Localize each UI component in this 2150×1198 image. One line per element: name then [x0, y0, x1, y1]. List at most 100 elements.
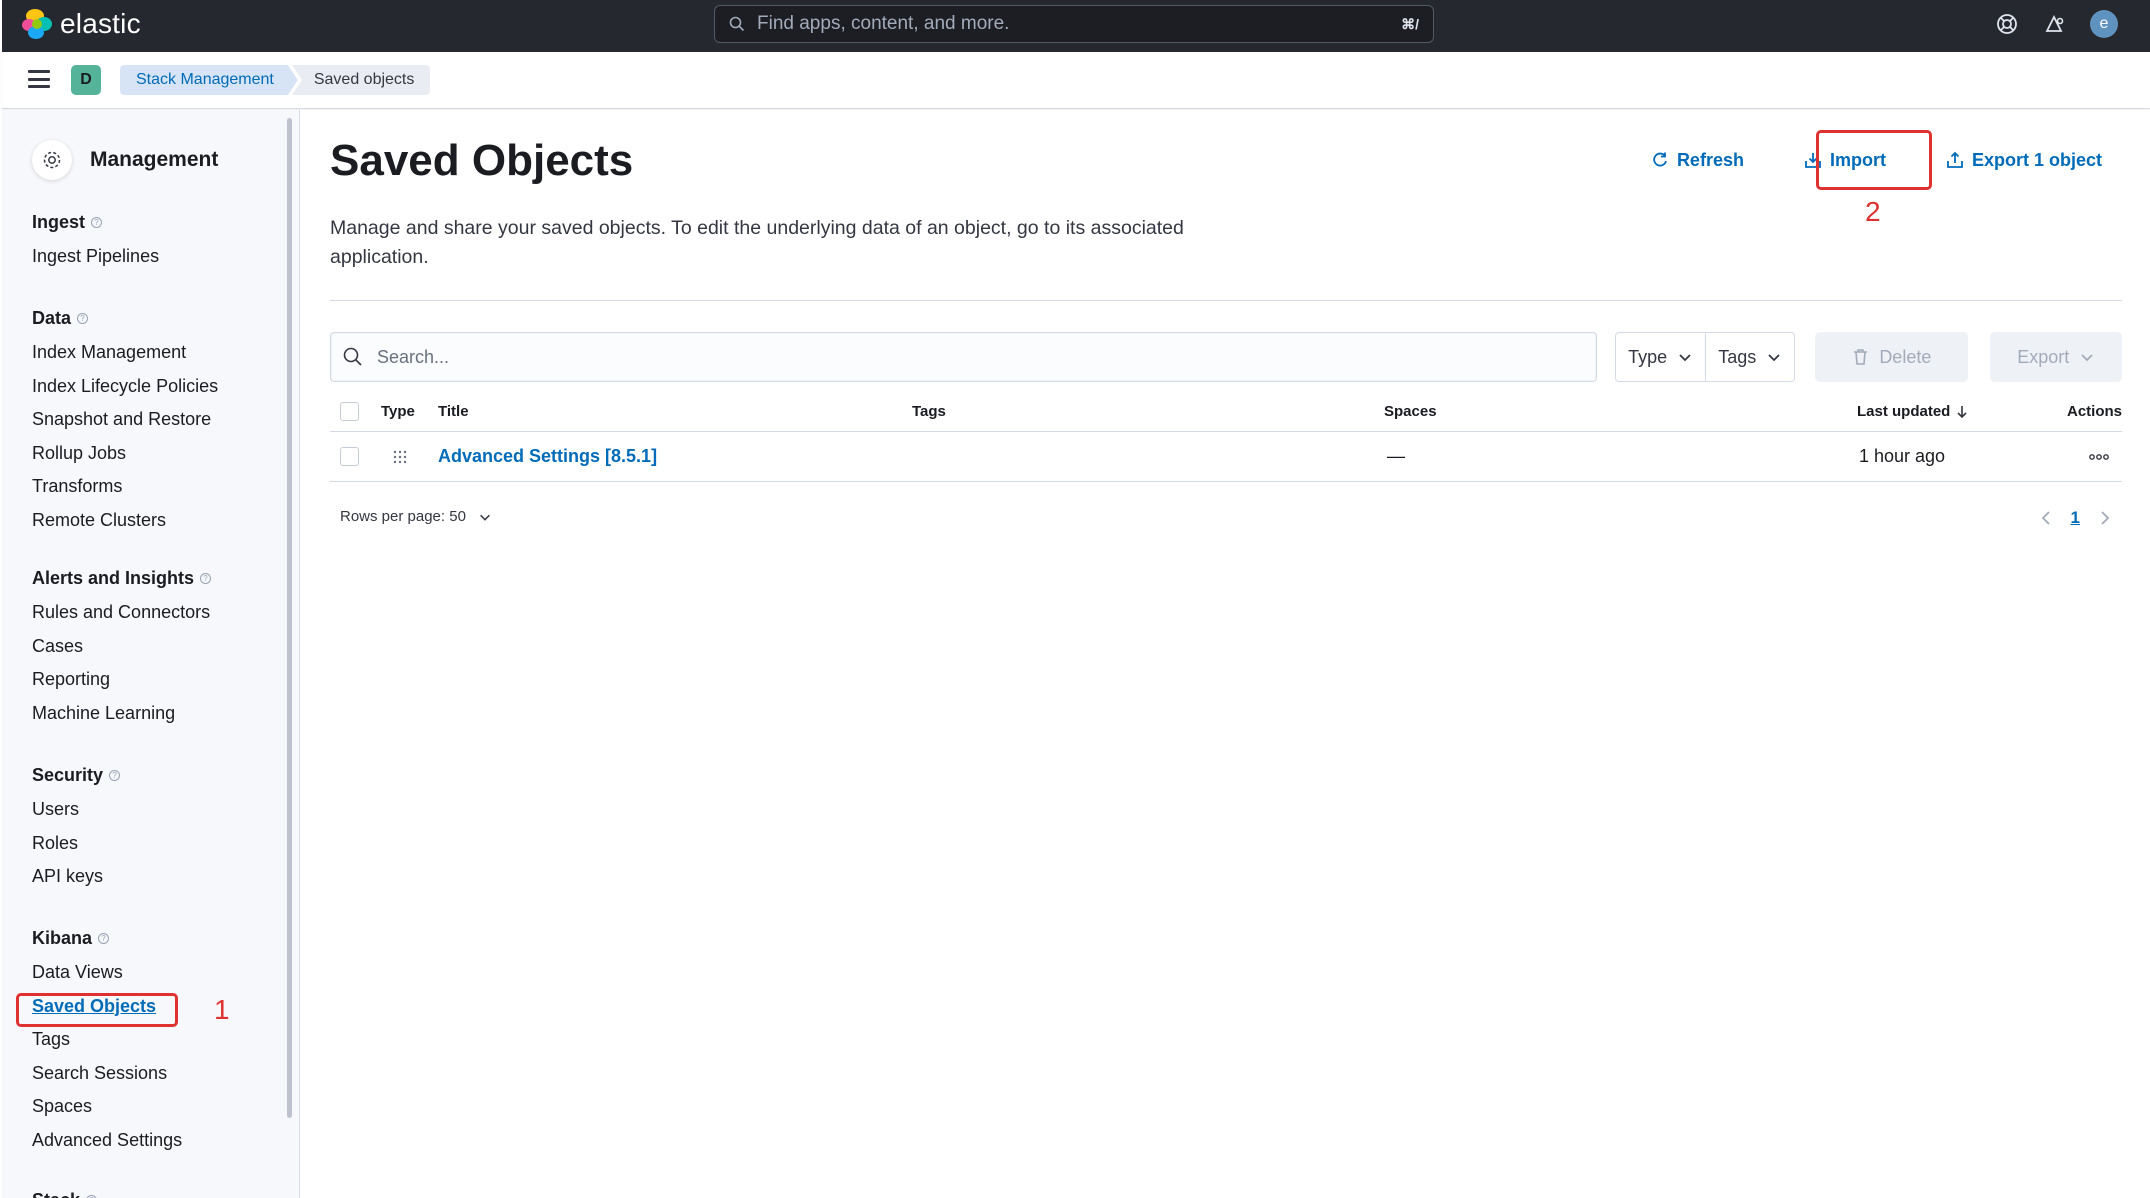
export-button[interactable]: Export — [1990, 332, 2122, 382]
row-spaces: — — [1387, 446, 1405, 466]
help-circle-icon: ? — [200, 572, 212, 584]
newsfeed-icon[interactable] — [2042, 11, 2068, 37]
breadcrumb-stack-management[interactable]: Stack Management — [120, 65, 298, 95]
help-circle-icon: ? — [86, 1194, 98, 1198]
column-header-type[interactable]: Type — [381, 392, 415, 431]
column-header-spaces: Spaces — [1384, 403, 1437, 420]
sidebar-item-rules-and-connectors[interactable]: Rules and Connectors — [32, 596, 211, 630]
sidebar-item-transforms[interactable]: Transforms — [32, 470, 218, 504]
chevron-down-icon — [479, 514, 490, 521]
filter-group: Type Tags — [1615, 332, 1796, 382]
user-avatar[interactable]: e — [2090, 10, 2118, 38]
last-updated-label: Last updated — [1857, 403, 1951, 420]
sidebar-item-reporting[interactable]: Reporting — [32, 663, 211, 697]
export-label: Export — [2017, 346, 2070, 367]
select-all-checkbox[interactable] — [340, 402, 359, 421]
sidebar-group-ingest: Ingest? Ingest Pipelines — [32, 210, 159, 274]
column-header-title[interactable]: Title — [438, 392, 469, 431]
sidebar-item-users[interactable]: Users — [32, 793, 120, 827]
export-all-button[interactable]: Export 1 object — [1932, 132, 2116, 188]
trash-icon — [1854, 349, 1868, 365]
sidebar-item-data-views[interactable]: Data Views — [32, 956, 182, 990]
sidebar-item-snapshot-and-restore[interactable]: Snapshot and Restore — [32, 403, 218, 437]
pagination-bar: Rows per page: 50 1 — [330, 500, 2122, 540]
breadcrumb-saved-objects: Saved objects — [291, 65, 431, 95]
sidebar-group-title: Kibana — [32, 927, 93, 948]
global-search-placeholder: Find apps, content, and more. — [757, 13, 1010, 34]
annotation-step-1: 1 — [214, 994, 230, 1025]
row-checkbox[interactable] — [340, 447, 359, 466]
sidebar-item-index-lifecycle-policies[interactable]: Index Lifecycle Policies — [32, 370, 218, 404]
sidebar-item-advanced-settings[interactable]: Advanced Settings — [32, 1124, 182, 1158]
column-header-last-updated[interactable]: Last updated — [1857, 392, 1968, 431]
config-type-icon — [392, 432, 408, 481]
page-title: Saved Objects — [330, 136, 634, 185]
elastic-logo[interactable]: elastic — [22, 8, 141, 40]
sidebar-header: Management — [32, 140, 218, 180]
object-title-link[interactable]: Advanced Settings [8.5.1] — [438, 432, 657, 481]
sidebar-item-index-management[interactable]: Index Management — [32, 336, 218, 370]
annotation-highlight-import — [1816, 130, 1932, 190]
sidebar-group-title: Ingest — [32, 211, 86, 232]
annotation-step-2: 2 — [1865, 196, 1881, 227]
sidebar-item-machine-learning[interactable]: Machine Learning — [32, 697, 211, 731]
sidebar-item-cases[interactable]: Cases — [32, 630, 211, 664]
sidebar-group-alerts-and-insights: Alerts and Insights? Rules and Connector… — [32, 566, 212, 731]
sidebar-group-stack: Stack? — [32, 1188, 98, 1198]
page-number-current[interactable]: 1 — [2071, 508, 2080, 528]
chevron-down-icon — [2081, 354, 2093, 362]
sidebar-item-spaces[interactable]: Spaces — [32, 1090, 182, 1124]
help-icon[interactable] — [1994, 11, 2020, 37]
sidebar-group-title: Alerts and Insights — [32, 567, 195, 588]
main-content: Saved Objects Refresh Import Export 1 ob… — [300, 110, 2150, 1198]
search-shortcut: ⌘/ — [1401, 15, 1419, 32]
elastic-logo-icon — [22, 9, 52, 39]
help-circle-icon: ? — [91, 216, 103, 228]
chevron-left-icon[interactable] — [2039, 510, 2053, 526]
sidebar-group-title: Data — [32, 307, 72, 328]
help-circle-icon: ? — [109, 769, 121, 781]
tags-filter-label: Tags — [1718, 346, 1757, 367]
table-toolbar: Search... Type Tags Delete Export — [330, 332, 2122, 382]
chevron-right-icon[interactable] — [2098, 510, 2112, 526]
table-header: Type Title Tags Spaces Last updated Acti… — [330, 392, 2122, 432]
sort-down-icon — [1957, 405, 1967, 418]
annotation-highlight-saved-objects — [16, 993, 178, 1027]
export-icon — [1947, 151, 1963, 168]
tags-filter-button[interactable]: Tags — [1705, 333, 1794, 381]
sidebar-title: Management — [90, 148, 219, 171]
sidebar-item-remote-clusters[interactable]: Remote Clusters — [32, 504, 218, 538]
sidebar-item-api-keys[interactable]: API keys — [32, 860, 120, 894]
sidebar-item-search-sessions[interactable]: Search Sessions — [32, 1057, 182, 1091]
sidebar-item-tags[interactable]: Tags — [32, 1023, 182, 1057]
global-search-input[interactable]: Find apps, content, and more. ⌘/ — [714, 5, 1434, 43]
sidebar-item-ingest-pipelines[interactable]: Ingest Pipelines — [32, 240, 159, 274]
sidebar-group-title: Security — [32, 764, 104, 785]
sidebar-group-data: Data? Index Management Index Lifecycle P… — [32, 306, 218, 537]
rows-per-page-button[interactable]: Rows per page: 50 — [340, 508, 492, 525]
page-description: Manage and share your saved objects. To … — [330, 217, 1184, 268]
sidebar-group-title: Stack — [32, 1190, 80, 1198]
refresh-icon — [1653, 152, 1667, 167]
refresh-button[interactable]: Refresh — [1637, 132, 1758, 188]
row-last-updated: 1 hour ago — [1859, 446, 1946, 466]
type-filter-button[interactable]: Type — [1616, 333, 1705, 381]
row-actions-icon[interactable] — [2088, 432, 2110, 481]
sidebar-scrollbar[interactable] — [287, 118, 292, 1118]
saved-objects-search-input[interactable]: Search... — [330, 332, 1598, 382]
column-header-tags: Tags — [912, 403, 946, 420]
pagination: 1 — [2039, 508, 2112, 528]
sidebar-group-kibana: Kibana? Data Views Saved Objects Tags Se… — [32, 926, 182, 1157]
space-avatar[interactable]: D — [71, 65, 101, 95]
menu-icon[interactable] — [28, 70, 50, 88]
sidebar-item-rollup-jobs[interactable]: Rollup Jobs — [32, 437, 218, 471]
delete-button[interactable]: Delete — [1815, 332, 1969, 382]
search-icon — [343, 347, 362, 366]
chevron-down-icon — [1768, 354, 1780, 362]
top-header: elastic Find apps, content, and more. ⌘/… — [2, 0, 2150, 52]
export-all-label: Export 1 object — [1971, 149, 2102, 170]
refresh-label: Refresh — [1676, 149, 1744, 170]
sidebar: Management Ingest? Ingest Pipelines Data… — [2, 110, 300, 1198]
sidebar-item-roles[interactable]: Roles — [32, 827, 120, 861]
delete-label: Delete — [1879, 346, 1932, 367]
